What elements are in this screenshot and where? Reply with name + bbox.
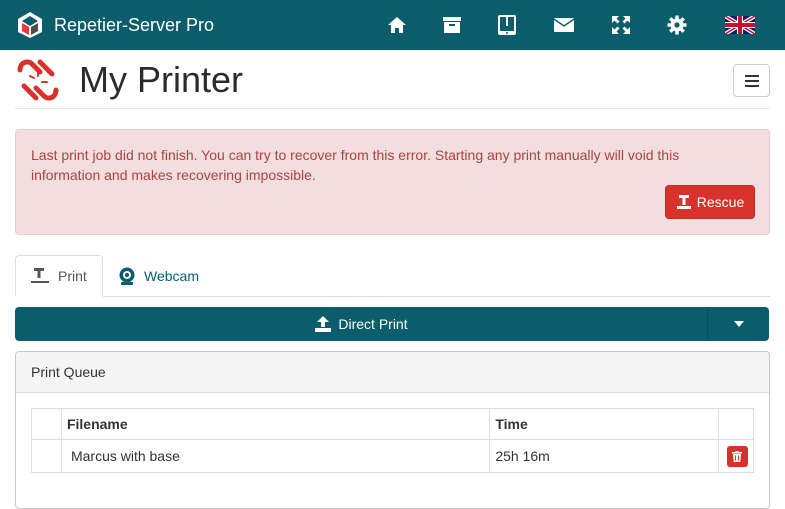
tablet-icon[interactable] (494, 12, 520, 38)
fullscreen-icon[interactable] (608, 12, 634, 38)
column-header-time: Time (489, 408, 719, 440)
column-header-actions (717, 408, 755, 440)
header-divider (15, 108, 770, 109)
hamburger-icon (744, 74, 759, 87)
rescue-label: Rescue (696, 194, 745, 210)
repetier-logo-icon[interactable] (16, 11, 44, 39)
direct-print-dropdown-toggle[interactable] (707, 307, 769, 341)
webcam-icon (119, 267, 135, 285)
printer-icon (676, 195, 691, 209)
tab-print[interactable]: Print (15, 255, 103, 297)
print-queue-heading: Print Queue (16, 352, 769, 393)
hamburger-menu-button[interactable] (733, 64, 770, 97)
column-header-handle (31, 408, 62, 440)
rescue-button[interactable]: Rescue (665, 185, 755, 219)
page-title: My Printer (79, 59, 244, 100)
recovery-alert: Last print job did not finish. You can t… (15, 129, 770, 235)
direct-print-button[interactable]: Direct Print (15, 307, 707, 341)
direct-print-label: Direct Print (338, 316, 408, 332)
top-navbar: Repetier-Server Pro (0, 0, 785, 50)
tab-webcam-label: Webcam (144, 268, 199, 284)
upload-icon (315, 316, 332, 332)
caret-down-icon (733, 321, 744, 327)
gear-icon[interactable] (664, 12, 690, 38)
row-time: 25h 16m (489, 439, 719, 473)
print-queue-table: Filename Time Marcus with base 25h 16m (31, 408, 755, 473)
delete-button[interactable] (726, 445, 748, 467)
archive-icon[interactable] (439, 12, 465, 38)
envelope-icon[interactable] (551, 12, 577, 38)
table-header-row: Filename Time (31, 408, 755, 440)
tab-print-label: Print (58, 268, 87, 284)
printer-icon (31, 268, 49, 283)
alert-message: Last print job did not finish. You can t… (31, 147, 680, 183)
trash-icon (732, 450, 743, 462)
uk-flag-icon[interactable] (724, 12, 756, 38)
row-handle-cell[interactable] (31, 439, 62, 473)
print-queue-panel: Print Queue Filename Time Marcus with ba… (15, 351, 770, 509)
print-queue-title: Print Queue (31, 364, 106, 380)
row-filename[interactable]: Marcus with base (60, 439, 491, 473)
table-row[interactable]: Marcus with base 25h 16m (31, 439, 755, 473)
home-icon[interactable] (384, 12, 410, 38)
brand-name[interactable]: Repetier-Server Pro (54, 13, 214, 37)
column-header-filename: Filename (60, 408, 491, 440)
row-actions-cell (717, 439, 755, 473)
printer-status-icon (14, 56, 62, 104)
tab-webcam[interactable]: Webcam (104, 255, 213, 297)
